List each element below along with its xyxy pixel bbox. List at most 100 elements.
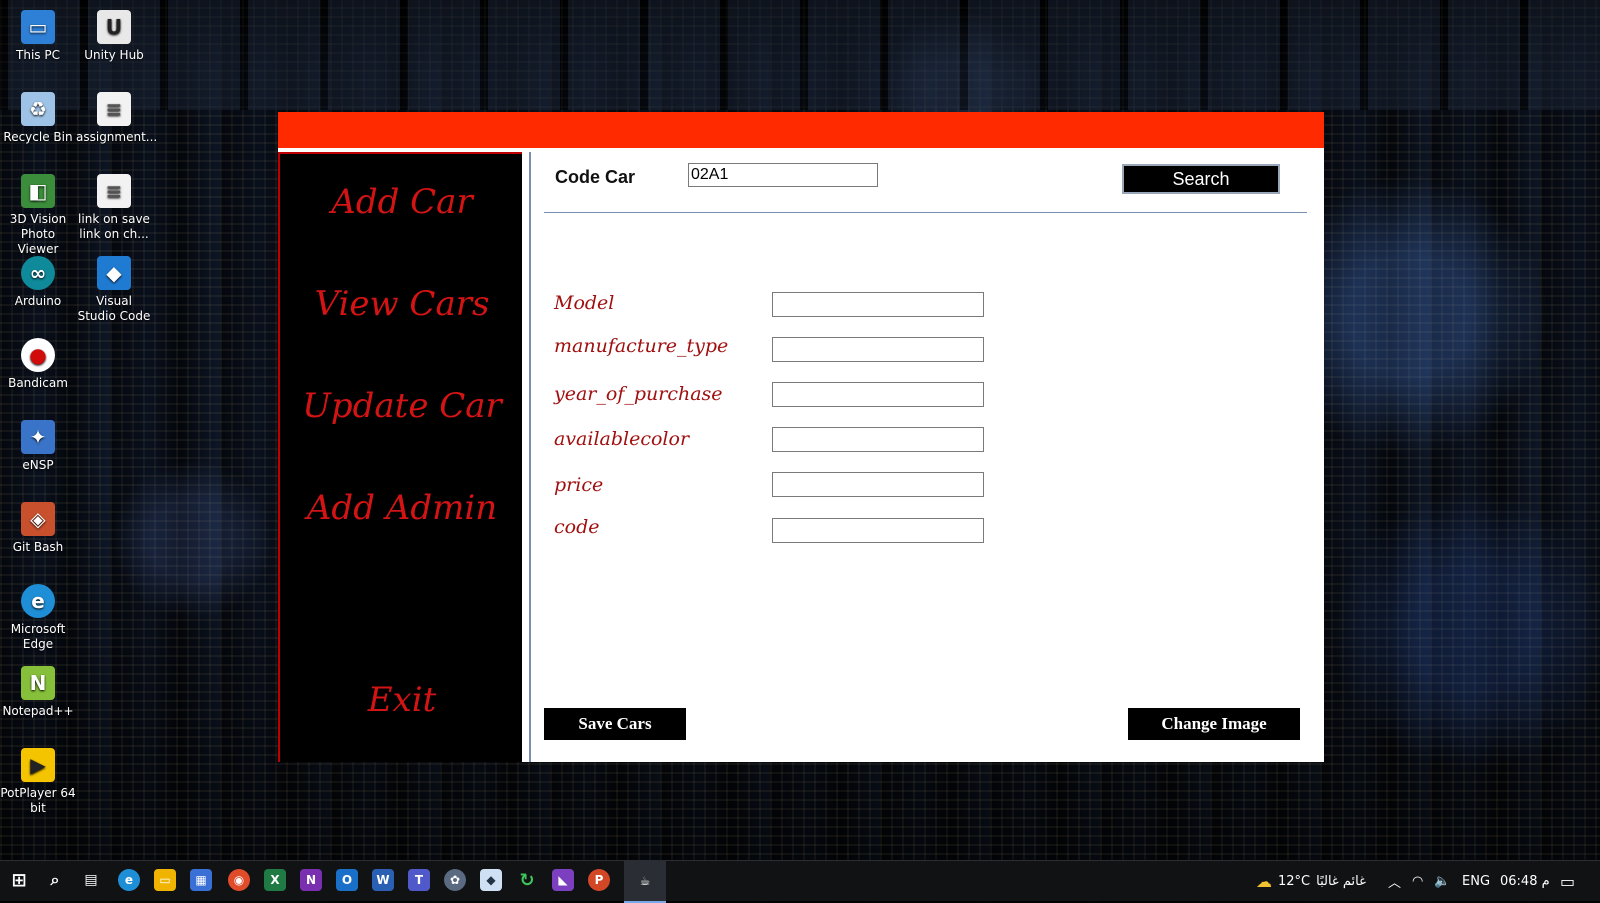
store-icon[interactable]: ▦: [190, 869, 212, 891]
photo-viewer-icon: ◧: [21, 174, 55, 208]
chevron-up-icon[interactable]: ︿: [1388, 861, 1401, 901]
update-car-panel: Code Car Search Model manufacture_type y…: [532, 152, 1324, 762]
desktop-icon-label: Notepad++: [2, 704, 74, 718]
outlook-icon[interactable]: O: [336, 869, 358, 891]
available-color-label: availablecolor: [554, 428, 690, 450]
nav-update-car[interactable]: Update Car: [280, 386, 524, 426]
model-input[interactable]: [772, 292, 984, 317]
desktop-icon-bandicam[interactable]: ● Bandicam: [0, 332, 76, 391]
chrome-icon[interactable]: ◉: [228, 869, 250, 891]
header-separator: [544, 212, 1307, 213]
arduino-icon: ∞: [21, 256, 55, 290]
desktop-icon-arduino[interactable]: ∞ Arduino: [0, 250, 76, 309]
computer-icon: ▭: [21, 10, 55, 44]
ensp-icon: ✦: [21, 420, 55, 454]
weather-widget[interactable]: ☁ 12°C غائم غالبًا: [1256, 861, 1366, 901]
code-car-input[interactable]: [688, 163, 878, 187]
wallpaper-window-frame: [0, 0, 1600, 110]
notification-icon[interactable]: ▭: [1560, 861, 1575, 901]
desktop-icon-label: Microsoft Edge: [10, 622, 66, 651]
excel-icon[interactable]: X: [264, 869, 286, 891]
code-input[interactable]: [772, 518, 984, 543]
available-color-input[interactable]: [772, 427, 984, 452]
desktop-icon-label: Bandicam: [8, 376, 68, 390]
word-icon[interactable]: W: [372, 869, 394, 891]
desktop-icon-ensp[interactable]: ✦ eNSP: [0, 414, 76, 473]
teams-icon[interactable]: T: [408, 869, 430, 891]
desktop-icon-git-bash[interactable]: ◈ Git Bash: [0, 496, 76, 555]
desktop-icon-vscode[interactable]: ◆ Visual Studio Code: [76, 250, 152, 324]
desktop-icon-recycle-bin[interactable]: ♻ Recycle Bin: [0, 86, 76, 145]
sidebar-menu: Add Car View Cars Update Car Add Admin E…: [278, 152, 522, 762]
unity-icon: U: [97, 10, 131, 44]
desktop-icon-label: eNSP: [22, 458, 54, 472]
desktop-icon-label: Unity Hub: [84, 48, 144, 62]
code-label: code: [554, 516, 600, 538]
save-cars-button[interactable]: Save Cars: [544, 708, 686, 740]
year-of-purchase-label: year_of_purchase: [554, 383, 723, 405]
bandicam-icon: ●: [21, 338, 55, 372]
desktop-icon-notepad-plus[interactable]: N Notepad++: [0, 660, 76, 719]
desktop-icon-label: PotPlayer 64 bit: [0, 786, 76, 815]
price-input[interactable]: [772, 472, 984, 497]
onenote-icon[interactable]: N: [300, 869, 322, 891]
manufacture-type-input[interactable]: [772, 337, 984, 362]
language-indicator[interactable]: ENG: [1462, 861, 1490, 901]
desktop-icon-this-pc[interactable]: ▭ This PC: [0, 4, 76, 63]
nav-exit[interactable]: Exit: [280, 680, 524, 720]
desktop-icon-label: This PC: [16, 48, 60, 62]
desktop-icon-label: Arduino: [14, 294, 62, 308]
nav-view-cars[interactable]: View Cars: [280, 284, 524, 324]
year-of-purchase-input[interactable]: [772, 382, 984, 407]
wifi-icon[interactable]: ◠: [1412, 861, 1423, 901]
git-bash-icon: ◈: [21, 502, 55, 536]
java-app-taskbar-icon[interactable]: ☕: [624, 861, 666, 903]
desktop-icon-grid: ▭ This PC U Unity Hub ♻ Recycle Bin ≡ as…: [0, 0, 160, 860]
windows-start-icon[interactable]: ⊞: [8, 869, 30, 891]
code-car-label: Code Car: [555, 167, 636, 187]
desktop-icon-link-file[interactable]: ≡ link on save link on ch...: [76, 168, 152, 242]
visual-studio-icon[interactable]: ◣: [552, 869, 574, 891]
change-image-button[interactable]: Change Image: [1128, 708, 1300, 740]
task-view-icon[interactable]: ▤: [80, 869, 102, 891]
window-body: Add Car View Cars Update Car Add Admin E…: [278, 152, 1324, 762]
text-file-icon: ≡: [97, 174, 131, 208]
notepad-plus-icon: N: [21, 666, 55, 700]
window-titlebar[interactable]: [278, 112, 1324, 148]
edge-taskbar-icon[interactable]: e: [118, 869, 140, 891]
manufacture-type-label: manufacture_type: [554, 335, 729, 357]
desktop-icon-potplayer[interactable]: ▶ PotPlayer 64 bit: [0, 742, 76, 816]
edge-icon: e: [21, 584, 55, 618]
powerpoint-icon[interactable]: P: [588, 869, 610, 891]
desktop-icon-label: Recycle Bin: [3, 130, 73, 144]
weather-cloud-icon: ☁: [1256, 871, 1272, 891]
refresh-app-icon[interactable]: ↻: [516, 869, 538, 891]
weather-temperature: 12°C: [1278, 873, 1311, 889]
nav-add-admin[interactable]: Add Admin: [280, 488, 524, 528]
nav-add-car[interactable]: Add Car: [280, 182, 524, 222]
desktop-icon-3d-vision[interactable]: ◧ 3D Vision Photo Viewer: [0, 168, 76, 257]
file-explorer-icon[interactable]: ▭: [154, 869, 176, 891]
desktop-icon-label: Git Bash: [12, 540, 64, 554]
car-management-window: Add Car View Cars Update Car Add Admin E…: [278, 112, 1324, 762]
desktop-icon-label: link on save link on ch...: [78, 212, 150, 241]
search-icon[interactable]: ⌕: [44, 869, 66, 891]
app-icon[interactable]: ✿: [444, 869, 466, 891]
weather-description: غائم غالبًا: [1316, 873, 1366, 889]
desktop-icon-unity-hub[interactable]: U Unity Hub: [76, 4, 152, 63]
vscode-icon: ◆: [97, 256, 131, 290]
potplayer-icon: ▶: [21, 748, 55, 782]
price-label: price: [554, 474, 604, 496]
clock[interactable]: 06:48 م: [1500, 861, 1550, 901]
desktop-icon-edge[interactable]: e Microsoft Edge: [0, 578, 76, 652]
model-label: Model: [554, 292, 615, 314]
taskbar: ⊞ ⌕ ▤ e ▭ ▦ ◉ X N O W T ✿ ◆ ↻ ◣ P ☕ ☁ 12…: [0, 860, 1600, 903]
document-icon: ≡: [97, 92, 131, 126]
recycle-bin-icon: ♻: [21, 92, 55, 126]
search-button[interactable]: Search: [1122, 164, 1280, 194]
virtualbox-icon[interactable]: ◆: [480, 869, 502, 891]
desktop-icon-label: Visual Studio Code: [77, 294, 151, 323]
volume-icon[interactable]: 🔈: [1434, 861, 1450, 901]
panel-divider: [529, 152, 531, 762]
desktop-icon-assignment[interactable]: ≡ assignment...: [76, 86, 157, 145]
